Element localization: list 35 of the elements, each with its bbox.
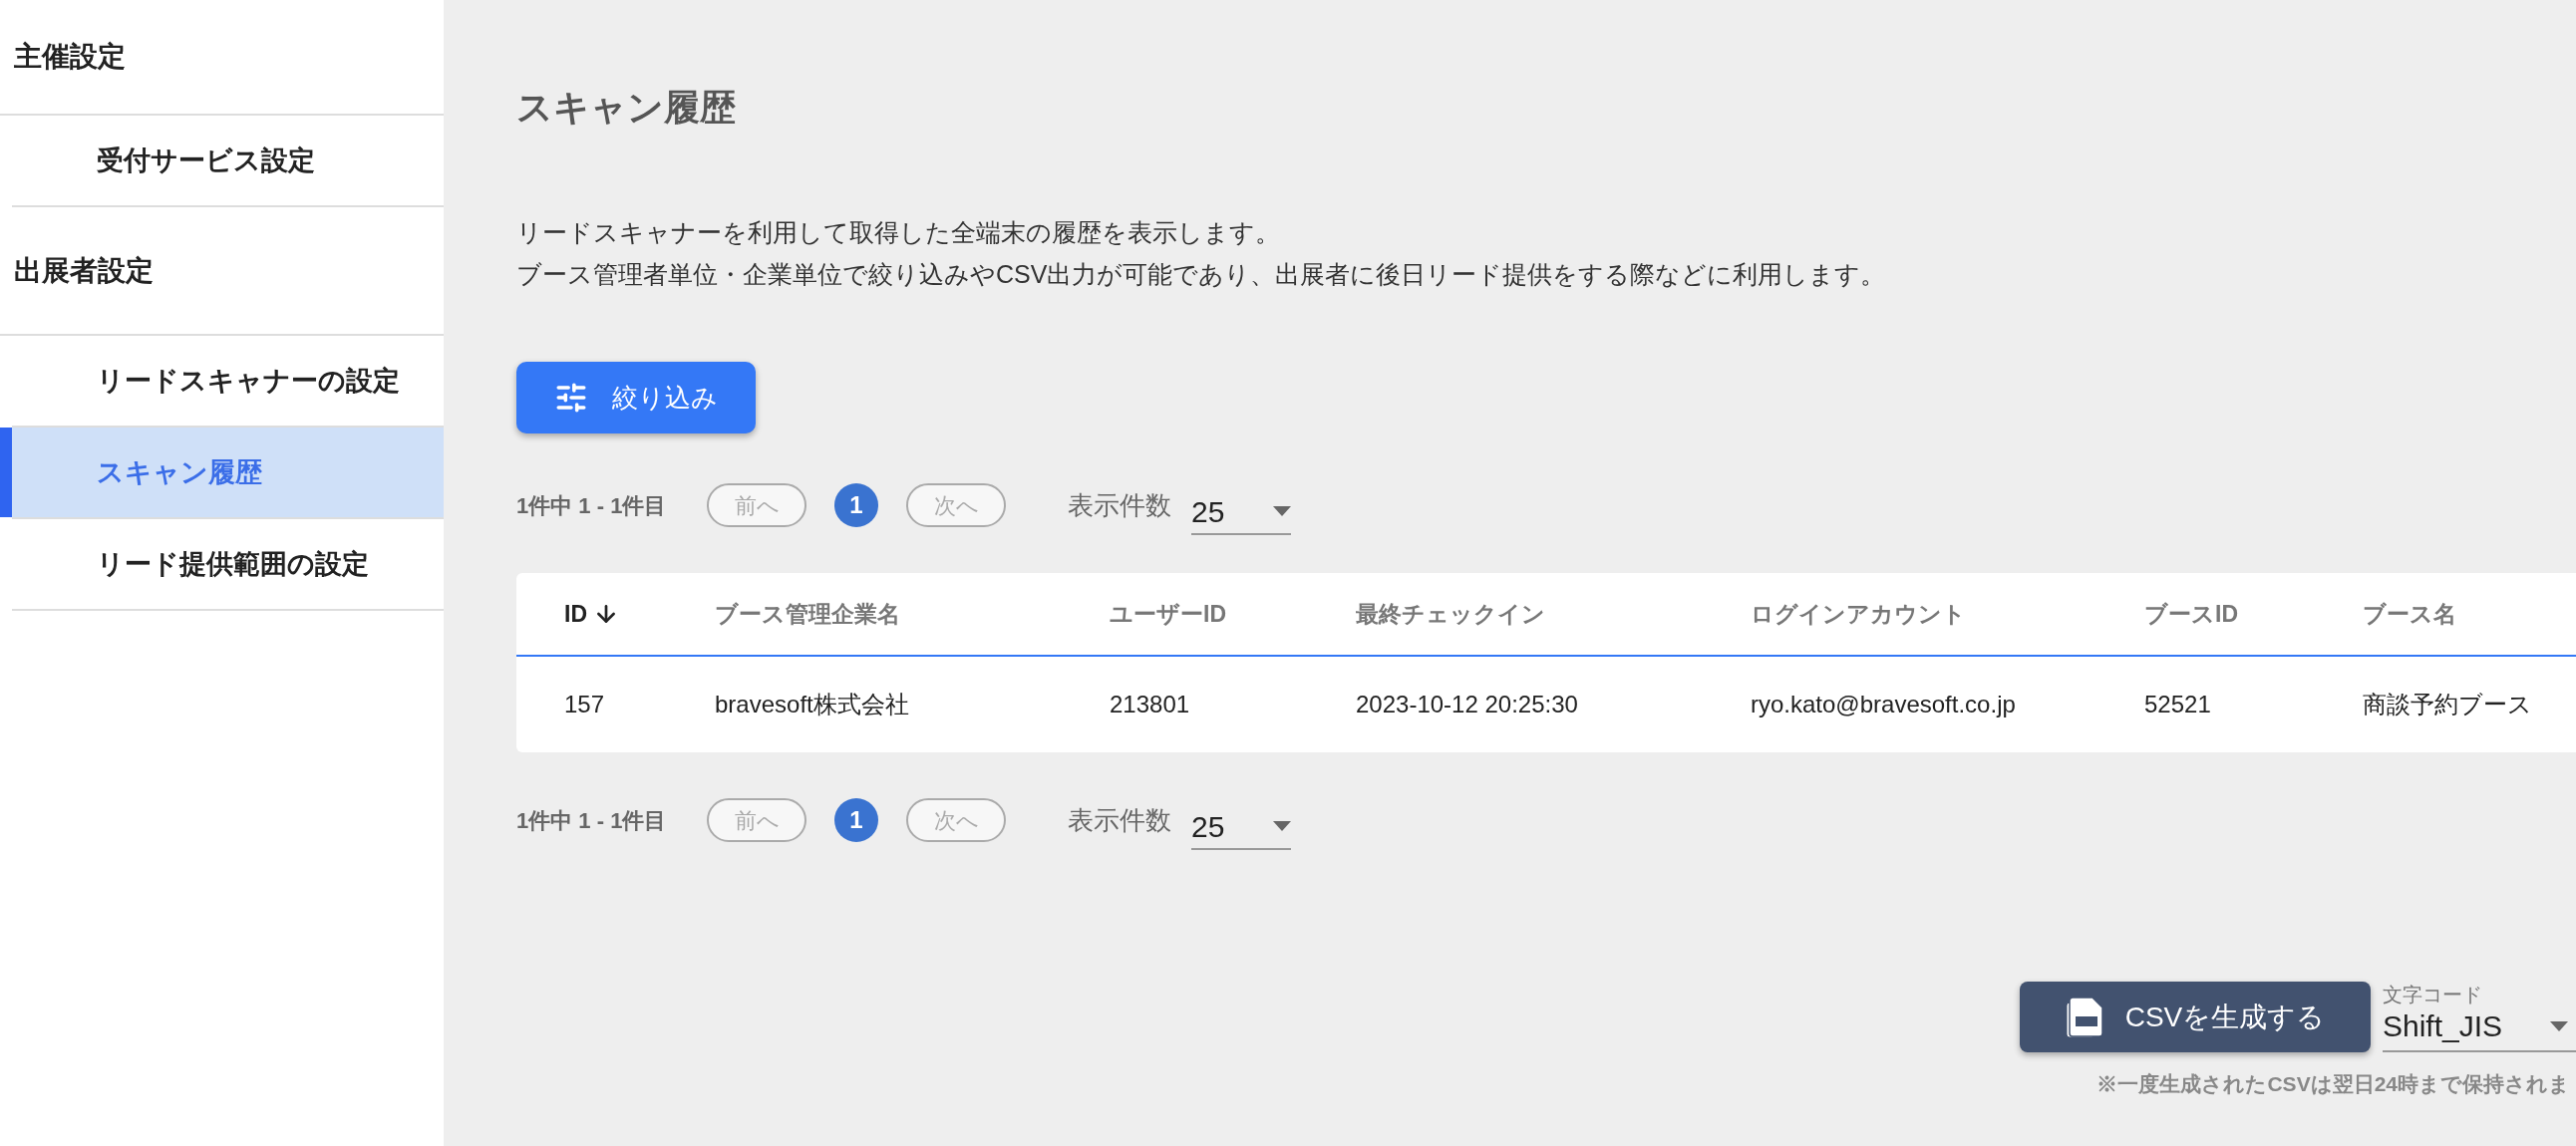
result-range: 1件中 1 - 1件目	[516, 806, 668, 835]
csv-retention-note: ※一度生成されたCSVは翌日24時まで保持されま	[2096, 1071, 2571, 1097]
per-page-label: 表示件数	[1068, 488, 1171, 522]
table-cell: 157	[564, 691, 605, 717]
generate-csv-button[interactable]: CSVを生成する	[2020, 982, 2371, 1052]
table-cell: 213801	[1110, 691, 1190, 717]
result-range: 1件中 1 - 1件目	[516, 491, 668, 520]
table-cell: ryo.kato@bravesoft.co.jp	[1751, 691, 2016, 717]
column-header[interactable]: ログインアカウント	[1751, 596, 1966, 632]
table-cell: 2023-10-12 20:25:30	[1356, 691, 1578, 717]
dropdown-caret-icon	[1273, 506, 1291, 516]
description-text: リードスキャナーを利用して取得した全端末の履歴を表示します。	[516, 217, 1281, 248]
table-cell: 52521	[2144, 691, 2211, 717]
table-cell: bravesoft株式会社	[715, 691, 909, 717]
per-page-select[interactable]: 25	[1191, 475, 1291, 535]
sidebar-item[interactable]: スキャン履歴	[0, 428, 444, 517]
column-header[interactable]: 最終チェックイン	[1356, 596, 1545, 632]
filter-button[interactable]: 絞り込み	[516, 362, 756, 433]
table-cell: 商談予約ブース	[2363, 691, 2532, 717]
page-title: スキャン履歴	[516, 86, 737, 130]
sliders-icon	[554, 381, 588, 415]
encoding-select[interactable]: 文字コード Shift_JIS	[2383, 983, 2576, 1052]
column-header[interactable]: ブースID	[2144, 596, 2238, 632]
page-button[interactable]: 1	[834, 798, 878, 842]
per-page-select[interactable]: 25	[1191, 790, 1291, 850]
column-header[interactable]: ブース管理企業名	[715, 596, 900, 632]
per-page-label: 表示件数	[1068, 803, 1171, 837]
dropdown-caret-icon	[2550, 1021, 2568, 1031]
column-header[interactable]: ユーザーID	[1110, 596, 1226, 632]
csv-file-icon	[2065, 996, 2103, 1038]
column-header[interactable]: ブース名	[2363, 596, 2456, 632]
page-button[interactable]: 1	[834, 483, 878, 527]
dropdown-caret-icon	[1273, 821, 1291, 831]
column-header[interactable]: ID	[564, 596, 587, 632]
description-text: ブース管理者単位・企業単位で絞り込みやCSV出力が可能であり、出展者に後日リード提供をする際などに利用します。	[516, 259, 1887, 290]
